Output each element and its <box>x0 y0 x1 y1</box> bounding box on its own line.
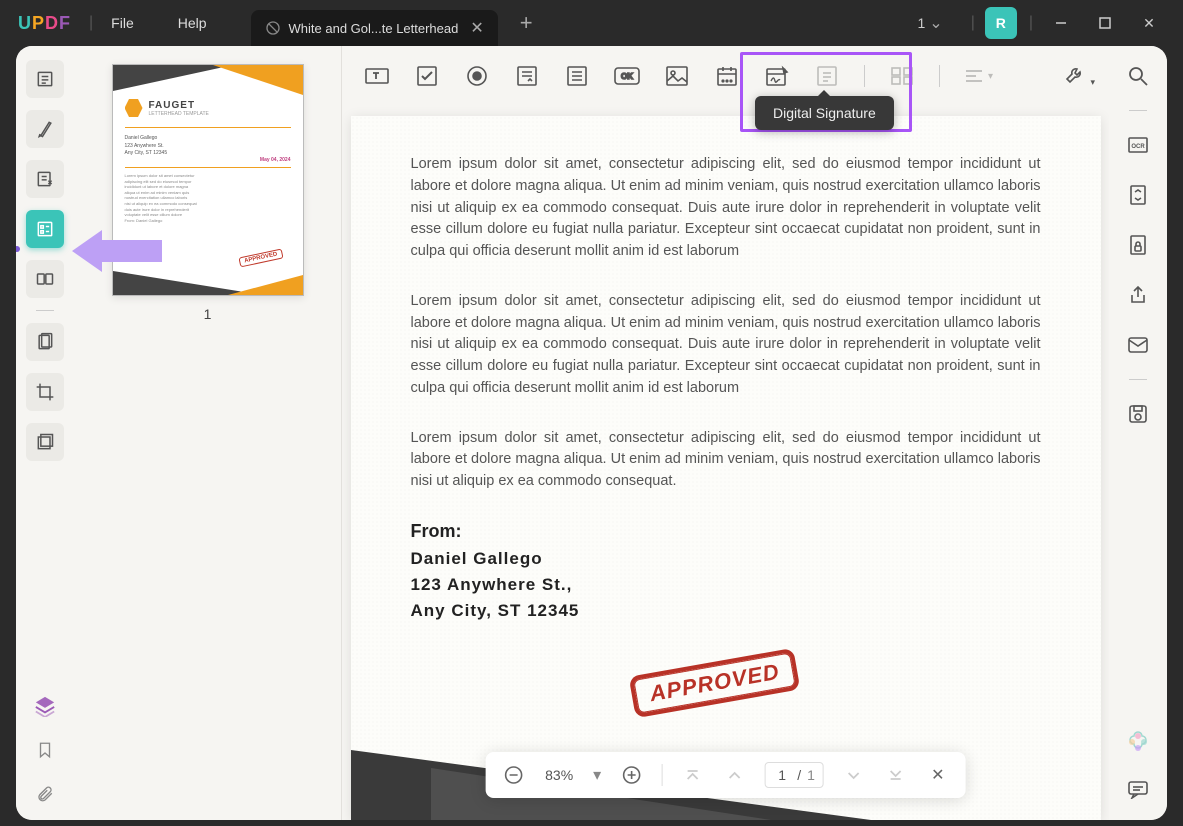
from-block: From: Daniel Gallego 123 Anywhere St., A… <box>411 521 1041 625</box>
separator <box>36 310 54 311</box>
tab-title: White and Gol...te Letterhead <box>289 21 459 36</box>
forms-tool[interactable] <box>26 210 64 248</box>
chevron-down-icon[interactable]: ⌄ <box>929 13 942 33</box>
main-frame: FAUGETLETTERHEAD TEMPLATE Daniel Gallego… <box>16 46 1167 820</box>
organize-tool[interactable] <box>26 260 64 298</box>
tooltip-digital-signature: Digital Signature <box>755 96 894 130</box>
highlight-arrow <box>72 230 162 272</box>
close-window-button[interactable]: ✕ <box>1127 7 1171 39</box>
attachment-button[interactable] <box>29 778 61 810</box>
search-button[interactable] <box>1122 60 1154 92</box>
paragraph: Lorem ipsum dolor sit amet, consectetur … <box>411 154 1041 263</box>
tab-close-button[interactable]: ✕ <box>470 18 483 38</box>
document-page: Lorem ipsum dolor sit amet, consectetur … <box>351 116 1101 820</box>
bookmark-button[interactable] <box>29 734 61 766</box>
date-field-tool[interactable] <box>714 63 740 89</box>
email-button[interactable] <box>1122 329 1154 361</box>
from-name: Daniel Gallego <box>411 546 1041 572</box>
minimize-button[interactable] <box>1039 7 1083 39</box>
image-field-tool[interactable] <box>664 63 690 89</box>
approved-stamp: APPROVED <box>628 648 800 718</box>
from-city: Any City, ST 12345 <box>411 598 1041 624</box>
window-count[interactable]: 1 <box>917 15 925 31</box>
document-viewport[interactable]: Lorem ipsum dolor sit amet, consectetur … <box>342 106 1109 820</box>
radio-tool[interactable] <box>464 63 490 89</box>
left-sidebar <box>16 46 74 820</box>
share-button[interactable] <box>1122 279 1154 311</box>
convert-button[interactable] <box>1122 179 1154 211</box>
zoom-out-button[interactable] <box>501 763 525 787</box>
ocr-button[interactable]: OCR <box>1122 129 1154 161</box>
last-page-button[interactable] <box>884 763 908 787</box>
user-avatar[interactable]: R <box>985 7 1017 39</box>
right-sidebar: OCR <box>1109 46 1167 820</box>
menu-help[interactable]: Help <box>178 15 207 31</box>
edit-tool[interactable] <box>26 160 64 198</box>
crop-tool[interactable] <box>26 373 64 411</box>
document-area: OK ▾ ▾ Digital Signature Lorem ipsum dol… <box>342 46 1109 820</box>
svg-text:OK: OK <box>621 72 633 81</box>
thumbnail-page-number: 1 <box>204 306 212 322</box>
annotate-tool[interactable] <box>26 110 64 148</box>
document-tab[interactable]: White and Gol...te Letterhead ✕ <box>251 10 498 46</box>
comments-button[interactable] <box>1122 774 1154 806</box>
dropdown-tool[interactable] <box>514 63 540 89</box>
layers-button[interactable] <box>29 690 61 722</box>
title-right-controls: 1 ⌄ | R | ✕ <box>917 7 1171 39</box>
separator: | <box>1029 14 1033 32</box>
separator <box>1129 379 1147 380</box>
menu-file[interactable]: File <box>111 15 134 31</box>
ai-assistant-button[interactable] <box>1122 726 1154 758</box>
paragraph: Lorem ipsum dolor sit amet, consectetur … <box>411 291 1041 400</box>
zoom-in-button[interactable] <box>619 763 643 787</box>
listbox-tool[interactable] <box>564 63 590 89</box>
no-edit-icon <box>265 20 281 36</box>
page-number-input[interactable]: 1/1 <box>764 762 824 788</box>
zoom-value[interactable]: 83% <box>545 767 573 783</box>
maximize-button[interactable] <box>1083 7 1127 39</box>
form-toolbar: OK ▾ ▾ Digital Signature <box>342 46 1109 106</box>
compress-tool[interactable] <box>26 323 64 361</box>
watermark-tool[interactable] <box>26 423 64 461</box>
first-page-button[interactable] <box>680 763 704 787</box>
next-page-button[interactable] <box>842 763 866 787</box>
grid-tool[interactable] <box>889 63 915 89</box>
tools-dropdown[interactable]: ▾ <box>1061 63 1087 89</box>
new-tab-button[interactable]: + <box>520 10 533 36</box>
separator <box>661 764 662 786</box>
from-label: From: <box>411 521 1041 542</box>
svg-text:OCR: OCR <box>1131 144 1145 150</box>
separator <box>939 65 940 87</box>
protect-button[interactable] <box>1122 229 1154 261</box>
text-field-tool[interactable] <box>364 63 390 89</box>
separator <box>1129 110 1147 111</box>
zoom-dropdown-icon[interactable]: ▾ <box>593 765 601 785</box>
paragraph: Lorem ipsum dolor sit amet, consectetur … <box>411 428 1041 493</box>
page-navigation-bar: 83% ▾ 1/1 ✕ <box>485 752 966 798</box>
checkbox-tool[interactable] <box>414 63 440 89</box>
save-button[interactable] <box>1122 398 1154 430</box>
separator <box>864 65 865 87</box>
titlebar: UPDF | File Help White and Gol...te Lett… <box>0 0 1183 46</box>
separator: | <box>971 14 975 32</box>
form-properties-tool[interactable] <box>814 63 840 89</box>
thumbnail-panel: FAUGETLETTERHEAD TEMPLATE Daniel Gallego… <box>74 46 342 820</box>
separator: | <box>89 14 93 32</box>
reader-tool[interactable] <box>26 60 64 98</box>
alignment-dropdown[interactable]: ▾ <box>964 68 993 84</box>
prev-page-button[interactable] <box>722 763 746 787</box>
close-nav-button[interactable]: ✕ <box>926 763 950 787</box>
digital-signature-tool[interactable] <box>764 63 790 89</box>
button-tool[interactable]: OK <box>614 63 640 89</box>
app-logo: UPDF <box>18 13 71 34</box>
active-indicator-dot <box>16 246 20 252</box>
from-street: 123 Anywhere St., <box>411 572 1041 598</box>
